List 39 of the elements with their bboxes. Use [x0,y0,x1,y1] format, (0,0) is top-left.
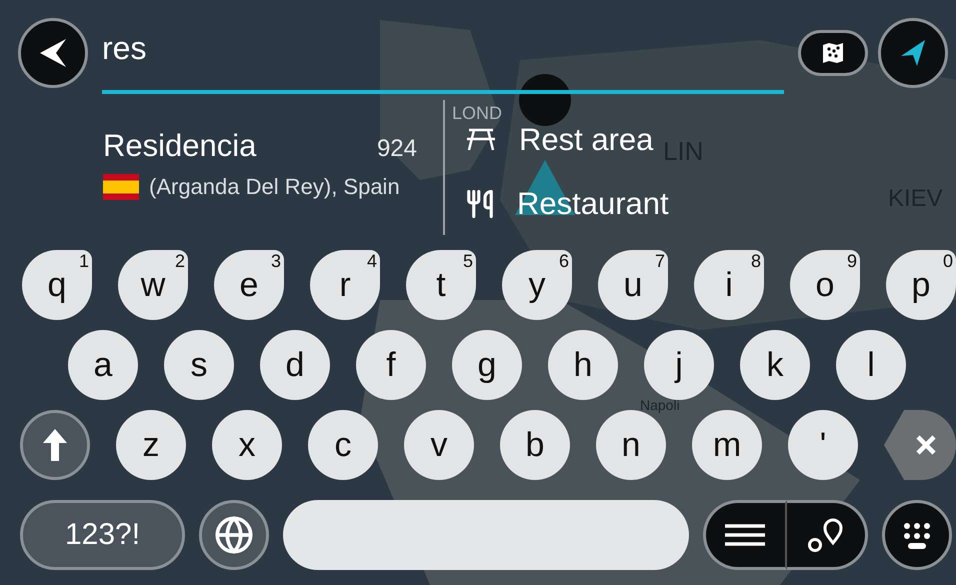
map-results-button[interactable] [786,500,868,570]
menu-icon [725,523,766,547]
keyboard-key[interactable]: x [212,410,282,480]
result-location: (Arganda Del Rey), Spain [149,174,400,200]
keyboard-key[interactable]: l [836,330,906,400]
keyboard-key[interactable]: ' [788,410,858,480]
fork-knife-icon [465,189,495,219]
keyboard-key[interactable]: r 4 [310,250,380,320]
map-view-button[interactable] [798,30,868,76]
keyboard-key[interactable]: q 1 [22,250,92,320]
category-suggestion[interactable]: Restaurant [465,186,669,222]
keyboard-key[interactable]: s [164,330,234,400]
location-pins-icon [806,517,845,553]
map-label: LOND [452,103,502,124]
globe-icon [214,515,254,555]
map-icon [821,42,845,64]
spain-flag-icon [103,174,139,200]
symbols-key[interactable]: 123?! [20,500,185,570]
keyboard-key[interactable]: c [308,410,378,480]
keyboard-key[interactable]: t 5 [406,250,476,320]
category-suggestion[interactable]: Rest area [465,122,669,158]
result-distance: 924 [376,135,417,163]
close-icon [915,434,937,456]
keyboard-key[interactable]: j [644,330,714,400]
list-view-button[interactable] [703,500,786,570]
search-field[interactable]: res [102,18,784,94]
keyboard-key[interactable]: y 6 [502,250,572,320]
picnic-table-icon [465,127,497,153]
result-name[interactable]: Residencia [103,128,256,164]
navigation-arrow-icon [899,38,927,68]
keyboard-key[interactable]: e 3 [214,250,284,320]
keyboard-key[interactable]: w 2 [118,250,188,320]
keyboard-key[interactable]: d [260,330,330,400]
keyboard-key[interactable]: z [116,410,186,480]
up-arrow-icon [42,428,68,462]
keyboard-key[interactable]: a [68,330,138,400]
back-arrow-icon [38,37,68,69]
keyboard-key[interactable]: p 0 [886,250,956,320]
keyboard-key[interactable]: k [740,330,810,400]
